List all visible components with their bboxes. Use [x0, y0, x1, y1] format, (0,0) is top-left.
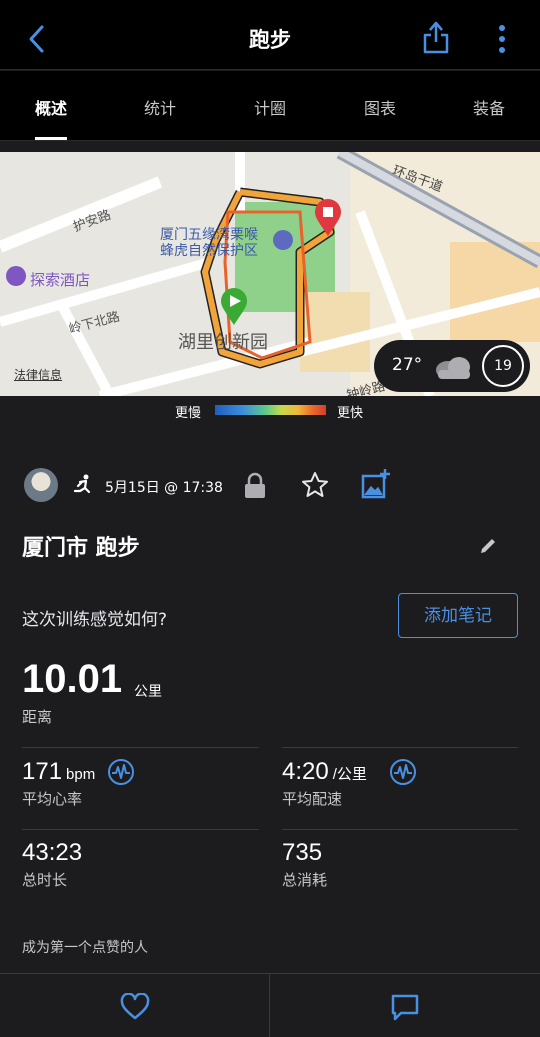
- activity-title: 厦门市 跑步: [22, 536, 140, 561]
- pace-fast-label: 更快: [337, 406, 364, 421]
- calories-label: 总消耗: [282, 871, 328, 889]
- tab-gear[interactable]: 装备: [449, 95, 529, 119]
- route-map[interactable]: 护安路 厦门五缘湾栗喉 蜂虎自然保护区 探索酒店 岭下北路 湖里创新园 法律信息…: [0, 152, 540, 396]
- kudos-prompt: 成为第一个点赞的人: [22, 940, 148, 956]
- wind-speed-indicator: 19: [482, 345, 524, 387]
- star-icon[interactable]: [300, 470, 330, 500]
- pace-chart-icon[interactable]: [389, 758, 417, 786]
- map-area-label: 湖里创新园: [178, 332, 268, 353]
- tab-bar: 概述 统计 计圈 图表 装备: [0, 71, 540, 141]
- comment-icon[interactable]: [390, 993, 420, 1021]
- map-poi-label-hotel: 探索酒店: [30, 271, 91, 289]
- pace-label: 平均配速: [282, 790, 343, 808]
- share-icon[interactable]: [420, 20, 452, 56]
- lock-icon[interactable]: [243, 472, 267, 500]
- top-bar: 跑步: [0, 0, 540, 70]
- activity-info-row: 5月15日 @ 17:38: [0, 468, 540, 504]
- cloud-icon: [436, 357, 470, 379]
- duration-label: 总时长: [22, 871, 68, 889]
- distance-unit: 公里: [134, 684, 162, 700]
- divider: [22, 829, 259, 830]
- pencil-icon[interactable]: [478, 536, 498, 556]
- legal-info-link[interactable]: 法律信息: [14, 366, 62, 383]
- pace-number: 4:20: [282, 758, 329, 785]
- heart-rate-number: 171: [22, 758, 63, 785]
- bottom-bar-separator: [269, 974, 270, 1037]
- start-marker-icon: [221, 288, 247, 325]
- pace-gradient-bar: [215, 405, 326, 415]
- heart-rate-unit: bpm: [66, 766, 96, 783]
- pace-legend: 更慢 更快: [0, 396, 540, 426]
- calories-value: 735: [282, 839, 323, 866]
- distance-value: 10.01: [22, 657, 123, 701]
- temperature-label: 27°: [392, 355, 423, 375]
- feel-prompt: 这次训练感觉如何?: [22, 610, 168, 630]
- avatar[interactable]: [24, 468, 58, 502]
- divider: [22, 747, 259, 748]
- activity-date: 5月15日 @ 17:38: [105, 480, 223, 496]
- running-icon: [73, 474, 91, 494]
- divider: [282, 747, 518, 748]
- tab-laps[interactable]: 计圈: [230, 95, 310, 119]
- pace-unit: /公里: [332, 766, 367, 783]
- tab-stats[interactable]: 统计: [120, 95, 200, 119]
- divider: [282, 829, 518, 830]
- distance-label: 距离: [22, 708, 53, 726]
- heart-rate-label: 平均心率: [22, 790, 83, 808]
- duration-value: 43:23: [22, 839, 83, 866]
- heart-rate-value: 171 bpm: [22, 758, 95, 786]
- tab-overview[interactable]: 概述: [11, 95, 91, 119]
- tab-charts[interactable]: 图表: [340, 95, 420, 119]
- add-note-button[interactable]: 添加笔记: [398, 593, 518, 638]
- pace-value: 4:20/公里: [282, 758, 367, 786]
- add-photo-icon[interactable]: [360, 468, 392, 500]
- pace-slow-label: 更慢: [175, 406, 202, 421]
- more-vertical-icon[interactable]: [488, 22, 516, 56]
- finish-marker-icon: [315, 199, 341, 236]
- active-tab-indicator: [35, 137, 67, 140]
- weather-widget[interactable]: 27° 19: [374, 340, 530, 392]
- bottom-action-bar: [0, 973, 540, 1037]
- page-title: 跑步: [249, 28, 291, 52]
- heart-rate-chart-icon[interactable]: [107, 758, 135, 786]
- heart-icon[interactable]: [120, 993, 150, 1021]
- map-poi-label: 蜂虎自然保护区: [160, 243, 258, 259]
